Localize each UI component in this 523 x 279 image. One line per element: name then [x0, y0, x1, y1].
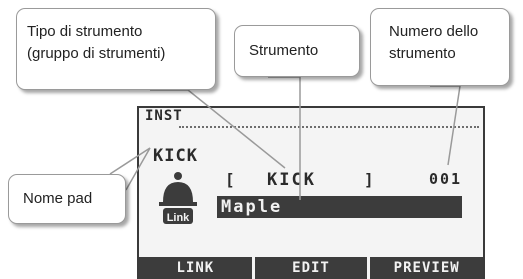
- callout-pad-name: Nome pad: [8, 174, 126, 224]
- pad-name: KICK: [153, 146, 198, 166]
- edit-button[interactable]: EDIT: [251, 257, 368, 279]
- preview-button[interactable]: PREVIEW: [367, 257, 483, 279]
- callout-instrument-number: Numero dello strumento: [370, 8, 510, 86]
- callout-instrument-type: Tipo di strumento (gruppo di strumenti): [16, 8, 216, 90]
- callout-pad-text: Nome pad: [23, 190, 93, 207]
- title-divider: [179, 126, 479, 128]
- callout-instrument: Strumento: [234, 25, 360, 77]
- group-bracket-open: [: [225, 170, 235, 189]
- group-bracket-close: ]: [364, 170, 374, 189]
- instrument-name: Maple: [221, 197, 283, 217]
- instrument-field[interactable]: Maple: [217, 196, 462, 218]
- function-bar: LINK EDIT PREVIEW: [139, 257, 483, 279]
- screen-title: INST: [145, 108, 183, 124]
- instrument-group[interactable]: KICK: [267, 170, 316, 190]
- lcd-screen: INST KICK [ KICK ] 001 Link Maple LINK E…: [137, 106, 485, 279]
- callout-type-line2: (gruppo di strumenti): [27, 45, 166, 62]
- pad-icon-label: Link: [167, 212, 190, 224]
- instrument-number[interactable]: 001: [429, 170, 462, 188]
- callout-number-line1: Numero dello: [389, 23, 479, 40]
- callout-type-line1: Tipo di strumento: [27, 23, 143, 40]
- link-button[interactable]: LINK: [139, 257, 252, 279]
- callout-instrument-text: Strumento: [249, 42, 319, 59]
- pad-link-icon: Link: [155, 170, 201, 230]
- callout-number-line2: strumento: [389, 45, 456, 62]
